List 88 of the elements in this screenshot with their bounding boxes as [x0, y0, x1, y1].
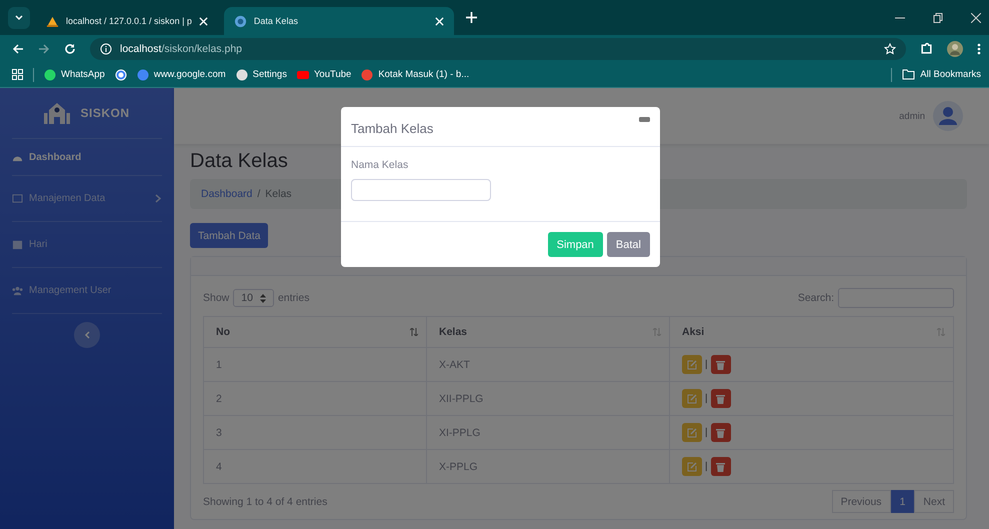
table-cell: X-PPLG: [426, 450, 670, 484]
chevron-left-icon: [84, 331, 90, 339]
save-button[interactable]: Simpan: [548, 232, 603, 257]
browser-tab[interactable]: Data Kelas: [224, 7, 454, 35]
field-label: Nama Kelas: [351, 159, 410, 171]
action-separator: |: [705, 461, 708, 472]
column-header[interactable]: Aksi: [670, 316, 954, 348]
tab-search-button[interactable]: [8, 6, 30, 28]
reload-icon[interactable]: [64, 42, 76, 54]
close-icon[interactable]: [971, 12, 981, 22]
page-title: Data Kelas: [190, 150, 288, 173]
school-building-icon: [44, 102, 70, 124]
trash-icon: [716, 394, 726, 404]
modal-title: Tambah Kelas: [351, 121, 434, 136]
apps-icon[interactable]: [12, 69, 23, 80]
table-cell: 4: [204, 450, 426, 484]
sort-caret-icon: [260, 294, 266, 302]
delete-button[interactable]: [710, 389, 731, 408]
browser-tab[interactable]: localhost / 127.0.0.1 / siskon | p: [36, 7, 218, 35]
folder-icon: [902, 69, 916, 80]
breadcrumb-item: Kelas: [265, 188, 292, 200]
bookmark-icon: [44, 68, 56, 80]
delete-button[interactable]: [710, 423, 731, 442]
entries-label: entries: [278, 292, 310, 304]
trash-icon: [716, 428, 726, 438]
edit-icon: [687, 360, 697, 370]
search-label: Search:: [798, 292, 834, 304]
table-cell: X-AKT: [426, 348, 670, 382]
bookmark-link[interactable]: WhatsApp: [44, 68, 105, 80]
breadcrumb-separator: /: [257, 188, 260, 200]
sidebar-item[interactable]: Dashboard: [12, 139, 162, 175]
previous-button[interactable]: Previous: [832, 490, 891, 513]
table-info: Showing 1 to 4 of 4 entries: [203, 496, 328, 508]
user-name[interactable]: admin: [899, 110, 925, 122]
edit-icon: [687, 462, 697, 472]
back-icon[interactable]: [12, 42, 24, 54]
sort-icon: [653, 328, 661, 336]
trash-icon: [716, 462, 726, 472]
sort-icon: [937, 328, 945, 336]
new-tab-icon[interactable]: [466, 12, 477, 23]
class-name-field[interactable]: [351, 179, 491, 201]
bookmark-link[interactable]: www.google.com: [136, 68, 226, 80]
bookmark-icon: [236, 68, 248, 80]
sidebar-item[interactable]: Management User: [12, 268, 162, 313]
bookmark-icon: [136, 68, 149, 80]
sort-icon: [410, 328, 418, 336]
bookmark-icon: [296, 68, 309, 80]
chevron-down-icon: [14, 12, 24, 22]
all-bookmarks-button[interactable]: All Bookmarks: [902, 69, 981, 80]
show-label: Show: [203, 292, 230, 304]
table-cell: 1: [204, 348, 426, 382]
user-avatar-icon[interactable]: [933, 101, 963, 131]
action-separator: |: [705, 427, 708, 438]
edit-icon: [687, 394, 697, 404]
delete-button[interactable]: [710, 457, 731, 476]
entries-select[interactable]: 10: [233, 289, 274, 307]
page-button[interactable]: 1: [890, 490, 914, 513]
info-icon: [100, 42, 112, 54]
forward-icon[interactable]: [38, 42, 50, 54]
cancel-button[interactable]: Batal: [606, 232, 650, 257]
address-bar[interactable]: localhost/siskon/kelas.php: [90, 38, 906, 60]
bookmark-link[interactable]: Settings: [236, 68, 287, 80]
add-data-button[interactable]: Tambah Data: [190, 223, 268, 248]
delete-button[interactable]: [710, 355, 731, 374]
menu-icon[interactable]: [977, 42, 981, 54]
table-cell: XI-PPLG: [426, 416, 670, 450]
restore-icon[interactable]: [933, 12, 943, 22]
column-header[interactable]: Kelas: [426, 316, 670, 348]
trash-icon: [716, 360, 726, 370]
brand-name: SISKON: [80, 106, 130, 120]
bookmark-link[interactable]: YouTube: [296, 68, 352, 80]
table-cell: XII-PPLG: [426, 382, 670, 416]
bookmark-link[interactable]: Kotak Masuk (1) - b...: [361, 68, 470, 80]
extensions-icon[interactable]: [920, 42, 933, 55]
table-cell: 2: [204, 382, 426, 416]
sailboat-icon: [46, 14, 59, 28]
table-cell: 3: [204, 416, 426, 450]
profile-avatar-icon[interactable]: [947, 40, 963, 56]
bookmark-icon: [361, 68, 374, 80]
google-bookmark-icon[interactable]: [114, 68, 127, 80]
action-separator: |: [705, 359, 708, 370]
breadcrumb-item[interactable]: Dashboard: [201, 188, 252, 200]
globe-icon: [234, 14, 247, 28]
action-separator: |: [705, 393, 708, 404]
star-icon[interactable]: [884, 42, 896, 54]
column-header[interactable]: No: [204, 316, 426, 348]
next-button[interactable]: Next: [914, 490, 954, 513]
edit-icon: [687, 428, 697, 438]
